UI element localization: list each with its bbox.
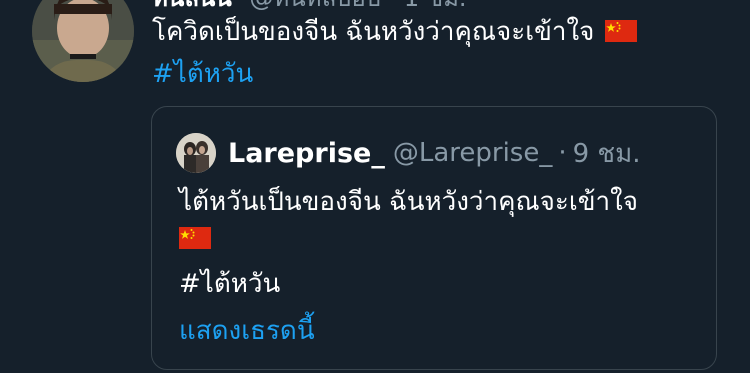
quoted-avatar-image	[176, 133, 216, 173]
author-handle[interactable]: @ทนทลบอบ · 1 ชม.	[249, 0, 466, 12]
tweet-header: ทนีลนน @ทนทลบอบ · 1 ชม.	[152, 0, 467, 13]
tweet-hashtag[interactable]: #ไต้หวัน	[152, 56, 253, 92]
author-name[interactable]: ทนีลนน	[152, 0, 232, 12]
quoted-tweet-hashtag: #ไต้หวัน	[179, 269, 281, 299]
tweet-view: ทนีลนน @ทนทลบอบ · 1 ชม. โควิดเป็นของจีน …	[0, 0, 750, 373]
tweet-text: โควิดเป็นของจีน ฉันหวังว่าคุณจะเข้าใจ	[152, 14, 637, 50]
china-flag-icon	[604, 20, 637, 42]
quoted-tweet-time[interactable]: 9 ชม.	[573, 133, 641, 174]
separator-dot: ·	[558, 138, 567, 168]
china-flag-icon	[179, 227, 211, 249]
quoted-tweet-card[interactable]: Lareprise_ @Lareprise_ · 9 ชม. ไต้หวันเป…	[151, 106, 717, 370]
quoted-tweet-header: Lareprise_ @Lareprise_ · 9 ชม.	[176, 133, 640, 173]
quoted-author-name[interactable]: Lareprise_	[228, 138, 385, 169]
show-thread-link[interactable]: แสดงเธรดนี้	[179, 312, 315, 350]
quoted-tweet-text: ไต้หวันเป็นของจีน ฉันหวังว่าคุณจะเข้าใจ	[179, 187, 639, 217]
tweet-text-body: โควิดเป็นของจีน ฉันหวังว่าคุณจะเข้าใจ	[152, 17, 595, 47]
avatar-image	[32, 0, 134, 82]
quoted-author-avatar[interactable]	[176, 133, 216, 173]
quoted-flag-line	[179, 227, 211, 257]
quoted-author-handle[interactable]: @Lareprise_	[393, 138, 553, 168]
author-avatar[interactable]	[32, 0, 134, 82]
